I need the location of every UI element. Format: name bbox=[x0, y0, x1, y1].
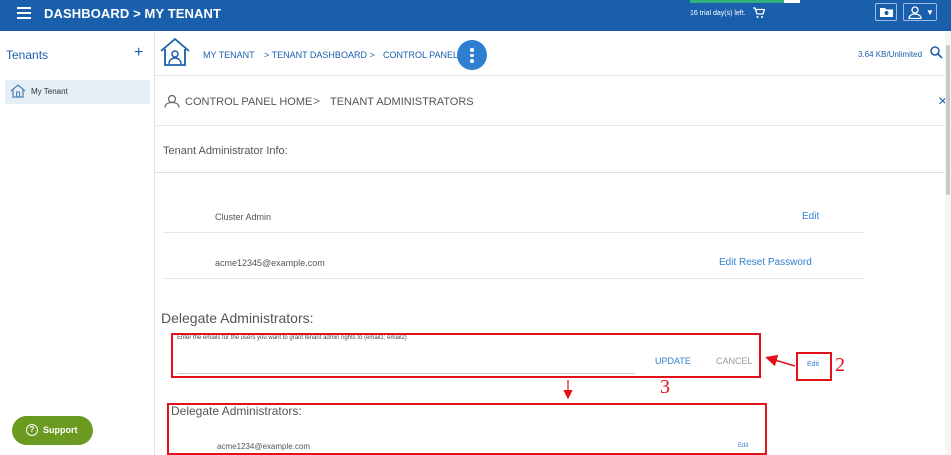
scrollbar-thumb[interactable] bbox=[946, 45, 950, 195]
annotation-step-2: 2 bbox=[835, 354, 845, 376]
annotation-arrows bbox=[563, 354, 796, 400]
annotation-step-3: 3 bbox=[660, 376, 670, 398]
